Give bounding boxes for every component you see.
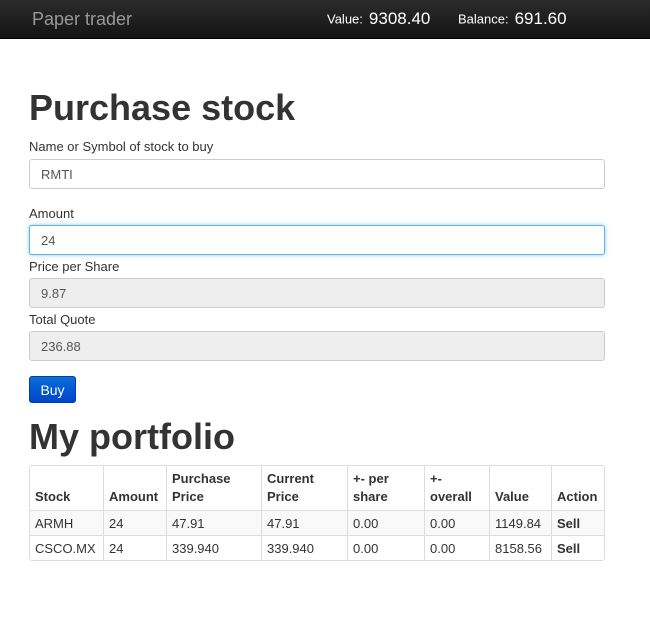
portfolio-value-display: Value: 9308.40 [327,9,430,29]
symbol-label: Name or Symbol of stock to buy [29,139,214,154]
column-header-amount: Amount [103,466,166,510]
table-header-row: Stock Amount Purchase Price Current Pric… [30,466,604,510]
cell-value: 8158.56 [489,535,551,560]
balance-amount: 691.60 [514,9,567,28]
sell-link[interactable]: Sell [551,510,604,535]
my-portfolio-heading: My portfolio [29,416,235,457]
column-header-overall: +- overall [424,466,489,510]
brand-link[interactable]: Paper trader [32,9,132,30]
cell-per-share: 0.00 [347,535,424,560]
symbol-input[interactable] [29,159,605,189]
cell-amount: 24 [103,535,166,560]
value-label: Value: [327,11,363,27]
cell-purchase-price: 47.91 [166,510,261,535]
total-quote-label: Total Quote [29,312,96,327]
cell-overall: 0.00 [424,535,489,560]
column-header-stock: Stock [35,489,71,504]
column-header-per-share: +- per share [347,466,424,510]
cell-stock: ARMH [30,510,103,535]
price-per-share-label: Price per Share [29,259,120,274]
column-header-value: Value [489,466,551,510]
column-header-purchase-price: Purchase Price [166,466,261,510]
buy-button[interactable]: Buy [29,376,76,403]
cell-current-price: 47.91 [261,510,347,535]
table-row: ARMH 24 47.91 47.91 0.00 0.00 1149.84 Se… [30,510,604,535]
column-header-current-price: Current Price [261,466,347,510]
value-amount: 9308.40 [368,9,431,28]
balance-label: Balance: [458,11,509,27]
amount-label: Amount [29,206,74,221]
cell-purchase-price: 339.940 [166,535,261,560]
purchase-stock-heading: Purchase stock [29,87,296,128]
cell-stock: CSCO.MX [30,535,103,560]
amount-input[interactable] [29,225,605,255]
balance-display: Balance: 691.60 [458,9,567,29]
column-header-action: Action [551,466,604,510]
cell-per-share: 0.00 [347,510,424,535]
portfolio-table: Stock Amount Purchase Price Current Pric… [29,465,605,561]
cell-amount: 24 [103,510,166,535]
sell-link[interactable]: Sell [551,535,604,560]
total-quote-field [29,331,605,361]
cell-overall: 0.00 [424,510,489,535]
top-navbar: Paper trader Value: 9308.40 Balance: 691.6… [0,0,650,39]
cell-value: 1149.84 [489,510,551,535]
price-per-share-field [29,278,605,308]
table-row: CSCO.MX 24 339.940 339.940 0.00 0.00 815… [30,535,604,560]
cell-current-price: 339.940 [261,535,347,560]
